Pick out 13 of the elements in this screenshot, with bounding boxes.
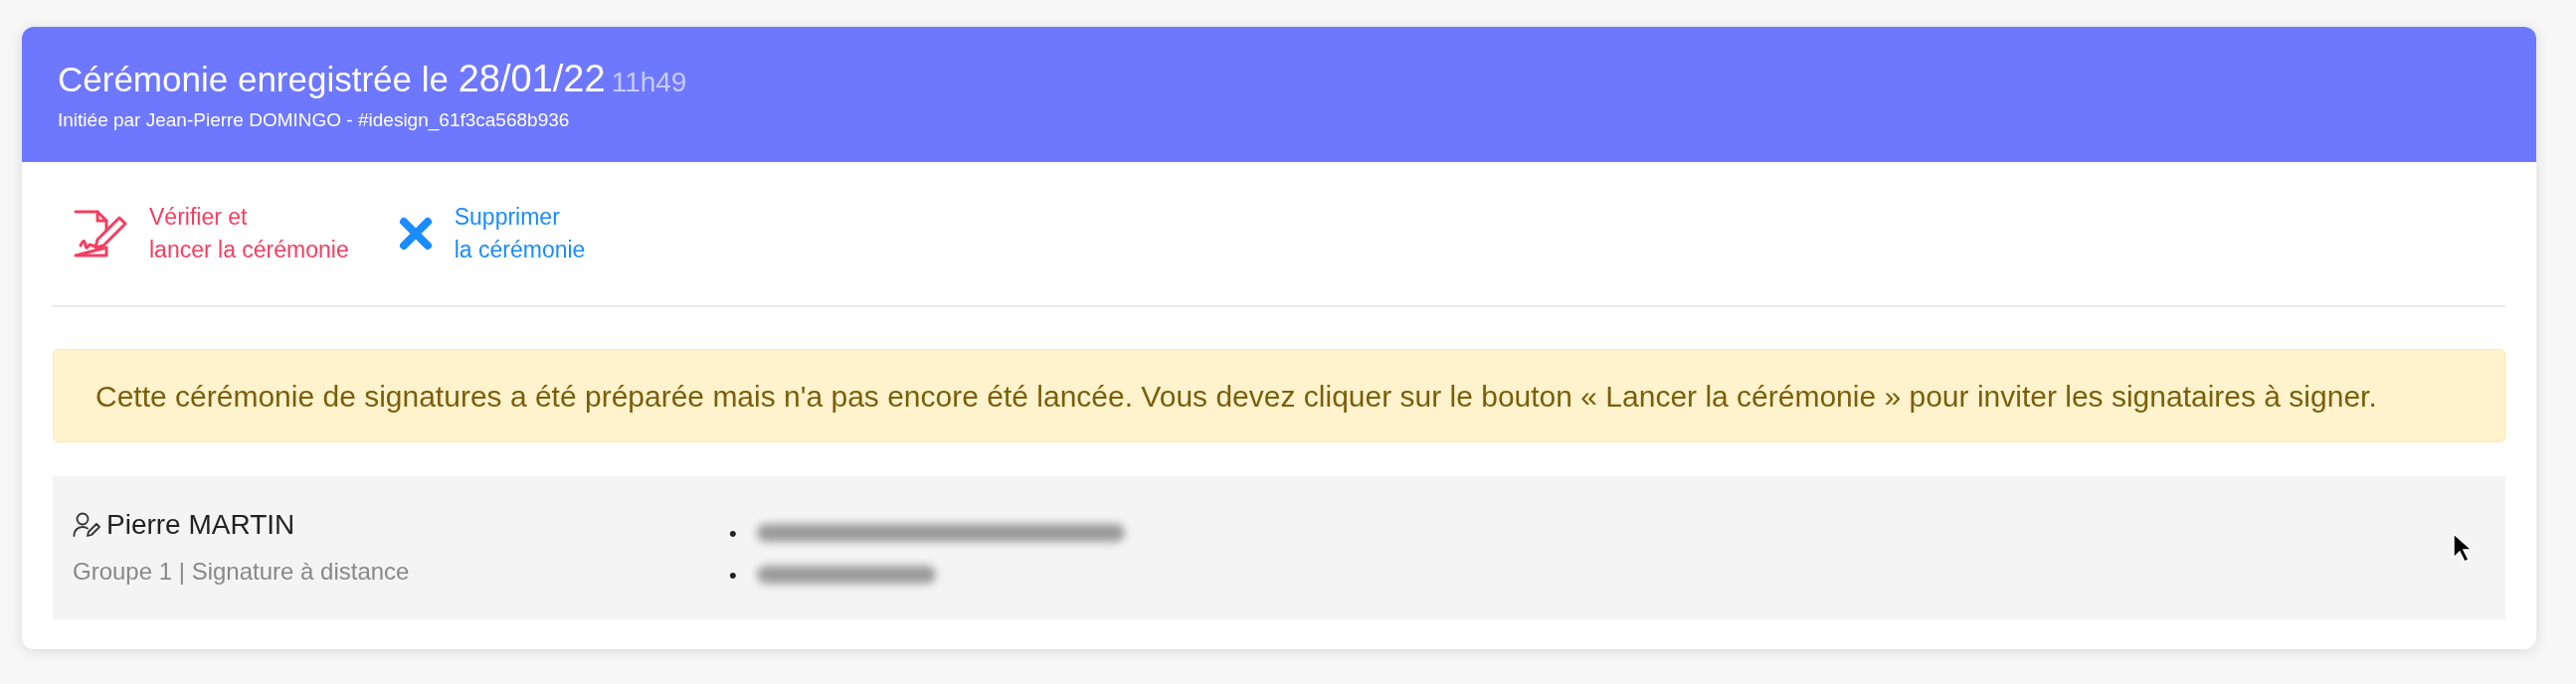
- verify-launch-button[interactable]: Vérifier et lancer la cérémonie: [149, 200, 349, 267]
- mouse-cursor-icon: [2452, 532, 2474, 564]
- signer-details: Groupe 1 | Signature à distance: [73, 557, 411, 587]
- warning-alert: Cette cérémonie de signatures a été préparée mais n'a pas encore été lancée. Vous devez cliquer sur le bouton « Lancer la cérémonie » pour inviter les signataires à signer.: [53, 349, 2505, 442]
- ceremony-title: Cérémonie enregistrée le 28/01/22 11h49: [58, 57, 688, 101]
- signed-document-icon: [72, 208, 127, 259]
- bullet: •: [729, 561, 738, 590]
- bullet: •: [729, 519, 738, 548]
- close-icon: [398, 217, 433, 251]
- ceremony-subtitle: Initiée par Jean-Pierre DOMINGO - #idesign_61f3ca568b936: [58, 107, 571, 133]
- user-edit-icon: [73, 512, 100, 538]
- delete-button[interactable]: Supprimer la cérémonie: [454, 200, 586, 267]
- signer-name: Pierre MARTIN: [106, 508, 295, 542]
